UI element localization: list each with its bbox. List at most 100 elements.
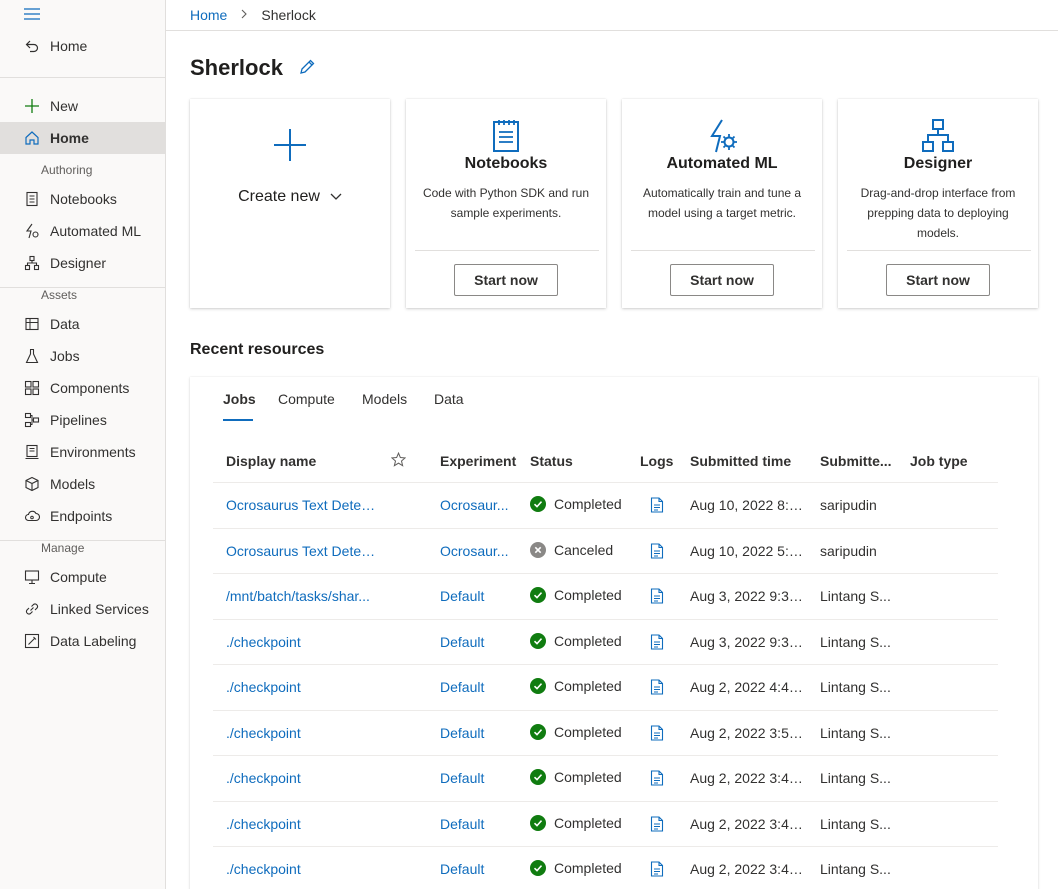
sidebar-item-label: Data Labeling (50, 633, 137, 649)
column-header-logs[interactable]: Logs (640, 453, 673, 469)
job-logs-button[interactable] (650, 861, 664, 880)
tab-compute[interactable]: Compute (278, 391, 335, 421)
completed-check-icon (530, 496, 546, 512)
job-display-name-link[interactable]: /mnt/batch/tasks/shar... (226, 588, 376, 604)
sidebar-item-home-top[interactable]: Home (0, 30, 165, 62)
job-logs-button[interactable] (650, 815, 664, 835)
job-display-name-link[interactable]: ./checkpoint (226, 725, 376, 741)
job-experiment-link[interactable]: Default (440, 679, 510, 695)
house-icon (24, 130, 40, 146)
job-logs-button[interactable] (650, 679, 664, 698)
job-logs-button[interactable] (650, 542, 664, 562)
sidebar-item-label: Automated ML (50, 223, 142, 239)
page-title: Sherlock (190, 55, 283, 80)
sidebar-item-compute[interactable]: Compute (0, 561, 165, 593)
job-display-name-link[interactable]: ./checkpoint (226, 861, 376, 877)
job-experiment-link[interactable]: Default (440, 770, 510, 786)
sidebar-item-notebooks[interactable]: Notebooks (0, 183, 165, 215)
column-header-submitted-by[interactable]: Submitte... (820, 453, 892, 469)
job-display-name-link[interactable]: Ocrosaurus Text Detec... (226, 543, 376, 559)
job-experiment-link[interactable]: Ocrosaur... (440, 497, 510, 513)
job-submitted-by: Lintang S... (820, 633, 891, 650)
table-row[interactable]: ./checkpoint Default Completed Aug 2, 2022 … (213, 800, 998, 846)
table-row[interactable]: ./checkpoint Default Completed Aug 2, 2022 … (213, 755, 998, 800)
link-icon (24, 601, 40, 617)
database-icon (24, 316, 40, 332)
sidebar-item-label: Home (50, 130, 89, 146)
table-row[interactable]: ./checkpoint Default Completed Aug 2, 2022 … (213, 664, 998, 709)
column-header-status[interactable]: Status (530, 453, 573, 469)
create-new-dropdown[interactable]: Create new (190, 188, 390, 206)
column-header-display-name[interactable]: Display name (226, 453, 316, 469)
job-status: Completed (530, 723, 622, 740)
job-display-name-link[interactable]: ./checkpoint (226, 770, 376, 786)
completed-check-icon (530, 587, 546, 603)
section-label-authoring: Authoring (41, 163, 93, 177)
job-submitted-by: saripudin (820, 542, 877, 559)
sidebar-item-environments[interactable]: Environments (0, 436, 165, 468)
job-logs-button[interactable] (650, 633, 664, 653)
create-new-card[interactable]: Create new (190, 99, 390, 308)
sidebar-item-data[interactable]: Data (0, 308, 165, 340)
job-logs-button[interactable] (650, 497, 664, 516)
sidebar-item-label: Linked Services (50, 601, 149, 617)
sidebar-item-components[interactable]: Components (0, 372, 165, 404)
cloud-icon (24, 508, 40, 524)
table-row[interactable]: ./checkpoint Default Completed Aug 2, 2022 … (213, 709, 998, 755)
job-status: Completed (530, 860, 622, 876)
job-experiment-link[interactable]: Default (440, 861, 510, 877)
sidebar-item-endpoints[interactable]: Endpoints (0, 500, 165, 532)
sidebar-item-designer[interactable]: Designer (0, 247, 165, 279)
sidebar-item-label: Notebooks (50, 191, 117, 207)
card-title: Notebooks (464, 155, 548, 172)
job-display-name-link[interactable]: ./checkpoint (226, 816, 376, 832)
tab-data[interactable]: Data (434, 391, 464, 421)
job-status: Completed (530, 769, 622, 785)
favorite-column-header[interactable] (390, 451, 407, 470)
job-display-name-link[interactable]: ./checkpoint (226, 679, 376, 695)
column-header-experiment[interactable]: Experiment (440, 453, 516, 469)
sidebar-item-pipelines[interactable]: Pipelines (0, 404, 165, 436)
hierarchy-icon (24, 255, 40, 271)
job-status: Completed (530, 678, 622, 694)
tab-jobs[interactable]: Jobs (223, 391, 256, 421)
automated-ml-start-now-button[interactable]: Start now (670, 264, 774, 296)
sidebar-item-models[interactable]: Models (0, 468, 165, 500)
job-experiment-link[interactable]: Default (440, 725, 510, 741)
sidebar-item-home[interactable]: Home (0, 122, 165, 154)
column-header-job-type[interactable]: Job type (910, 453, 968, 469)
sidebar-item-jobs[interactable]: Jobs (0, 340, 165, 372)
table-row[interactable]: ./checkpoint Default Completed Aug 3, 2022 … (213, 618, 998, 664)
sidebar-item-automated-ml[interactable]: Automated ML (0, 215, 165, 247)
table-row[interactable]: Ocrosaurus Text Detec... Ocrosaur... Compl… (213, 482, 998, 527)
table-row[interactable]: ./checkpoint Default Completed Aug 2, 2022 … (213, 846, 998, 889)
job-experiment-link[interactable]: Default (440, 634, 510, 650)
table-row[interactable]: /mnt/batch/tasks/shar... Default Completed… (213, 573, 998, 618)
job-logs-button[interactable] (650, 588, 664, 607)
job-display-name-link[interactable]: Ocrosaurus Text Detec... (226, 497, 376, 513)
job-experiment-link[interactable]: Default (440, 588, 510, 604)
sidebar-item-label: Environments (50, 444, 136, 460)
job-display-name-link[interactable]: ./checkpoint (226, 634, 376, 650)
job-logs-button[interactable] (650, 724, 664, 744)
tab-models[interactable]: Models (362, 391, 407, 421)
job-experiment-link[interactable]: Default (440, 816, 510, 832)
sidebar-item-linked-services[interactable]: Linked Services (0, 593, 165, 625)
designer-start-now-button[interactable]: Start now (886, 264, 990, 296)
edit-title-button[interactable] (298, 58, 316, 76)
document-icon (650, 497, 664, 513)
sidebar-item-new[interactable]: New (0, 90, 165, 122)
job-experiment-link[interactable]: Ocrosaur... (440, 543, 510, 559)
job-status-text: Canceled (554, 541, 614, 558)
sidebar-item-label: Endpoints (50, 508, 113, 524)
breadcrumb-home-link[interactable]: Home (190, 7, 227, 23)
pencil-icon (300, 59, 315, 74)
notebooks-start-now-button[interactable]: Start now (454, 264, 558, 296)
table-row[interactable]: Ocrosaurus Text Detec... Ocrosaur... Cance… (213, 527, 998, 573)
job-submitted-time: Aug 2, 2022 4:48... (690, 679, 805, 695)
job-logs-button[interactable] (650, 770, 664, 789)
hamburger-menu-button[interactable] (24, 7, 40, 21)
sidebar-item-data-labeling[interactable]: Data Labeling (0, 625, 165, 657)
job-status: Completed (530, 632, 622, 649)
column-header-submitted-time[interactable]: Submitted time (690, 453, 791, 469)
